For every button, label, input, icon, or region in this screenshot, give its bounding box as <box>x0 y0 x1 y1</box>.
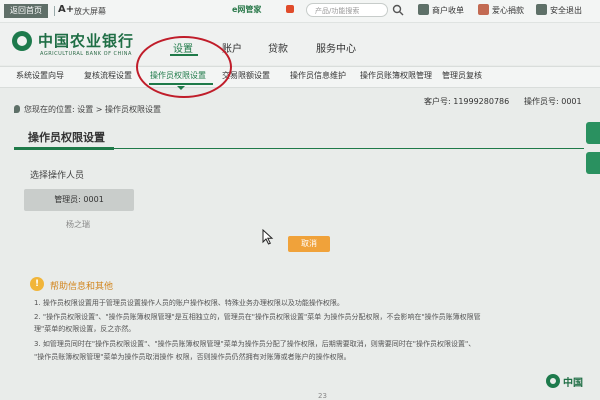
help-line: 1. 操作员权限设置用于管理员设置操作人员的账户操作权限、特殊业务办理权限以及功… <box>34 299 344 307</box>
subnav-operator-info[interactable]: 操作员信息维护 <box>290 70 346 81</box>
security-manager-link[interactable]: e网管家 <box>232 4 261 15</box>
subnav-review-flow[interactable]: 复核流程设置 <box>84 70 132 81</box>
page-number: 23 <box>318 392 327 400</box>
side-float-tab[interactable] <box>586 152 600 174</box>
help-line: 2. "操作员权限设置"、"操作员账簿权限管理"是互相独立的，管理员在"操作员权… <box>34 313 481 321</box>
customer-number: 客户号: 11999280786 <box>424 97 510 106</box>
heart-icon[interactable] <box>478 4 489 15</box>
bank-logo-icon-inner <box>17 36 27 46</box>
merchant-link[interactable]: 商户收单 <box>432 5 464 16</box>
mouse-cursor-icon <box>262 229 274 245</box>
return-home-link[interactable]: 返回首页 <box>4 4 48 18</box>
side-float-tab[interactable] <box>586 122 600 144</box>
bank-name: 中国农业银行 <box>38 32 135 50</box>
cancel-button[interactable]: 取消 <box>288 236 330 252</box>
merchant-icon[interactable] <box>418 4 429 15</box>
breadcrumb: 您现在的位置: 设置 > 操作员权限设置 <box>24 105 162 114</box>
choose-operator-label: 选择操作人员 <box>30 171 85 181</box>
subnav-ledger-permissions[interactable]: 操作员账簿权限管理 <box>360 70 432 81</box>
divider <box>54 6 55 16</box>
footer-logo-text: 中国 <box>563 378 583 389</box>
section-title: 操作员权限设置 <box>24 128 108 148</box>
subnav-admin-review[interactable]: 管理员复核 <box>442 70 482 81</box>
nav-loans[interactable]: 贷款 <box>268 40 288 55</box>
help-title: 帮助信息和其他 <box>50 282 114 292</box>
record-icon[interactable] <box>286 5 294 13</box>
bank-name-en: AGRICULTURAL BANK OF CHINA <box>40 51 132 57</box>
info-icon: ! <box>30 277 44 291</box>
operator-select-chip[interactable]: 管理员: 0001 <box>24 189 134 211</box>
help-line: "操作员账簿权限管理"菜单为操作员取消操作 权限，否则操作员仍然拥有对账簿或者账… <box>34 353 351 361</box>
highlight-ellipse <box>136 36 232 98</box>
help-line: 3. 如管理员同时在"操作员权限设置"、"操作员账簿权限管理"菜单为操作员分配了… <box>34 340 476 348</box>
zoom-screen-link[interactable]: 放大屏幕 <box>74 6 106 17</box>
help-line: 理"菜单的权限设置，反之亦然。 <box>34 325 136 333</box>
operator-number: 操作员号: 0001 <box>524 97 582 106</box>
subnav-setup-wizard[interactable]: 系统设置向导 <box>16 70 64 81</box>
footer-logo-icon-inner <box>550 378 556 384</box>
search-input[interactable]: 产品/功能搜索 <box>306 3 388 17</box>
nav-service-center[interactable]: 服务中心 <box>316 40 356 55</box>
logout-icon[interactable] <box>536 4 547 15</box>
operator-name: 杨之瑞 <box>66 220 90 229</box>
search-icon[interactable] <box>392 4 404 16</box>
location-pin-icon <box>14 105 20 113</box>
logout-link[interactable]: 安全退出 <box>550 5 582 16</box>
donation-link[interactable]: 爱心捐款 <box>492 5 524 16</box>
font-size-icon[interactable]: A+ <box>58 4 74 15</box>
section-tab-indicator <box>14 147 114 150</box>
